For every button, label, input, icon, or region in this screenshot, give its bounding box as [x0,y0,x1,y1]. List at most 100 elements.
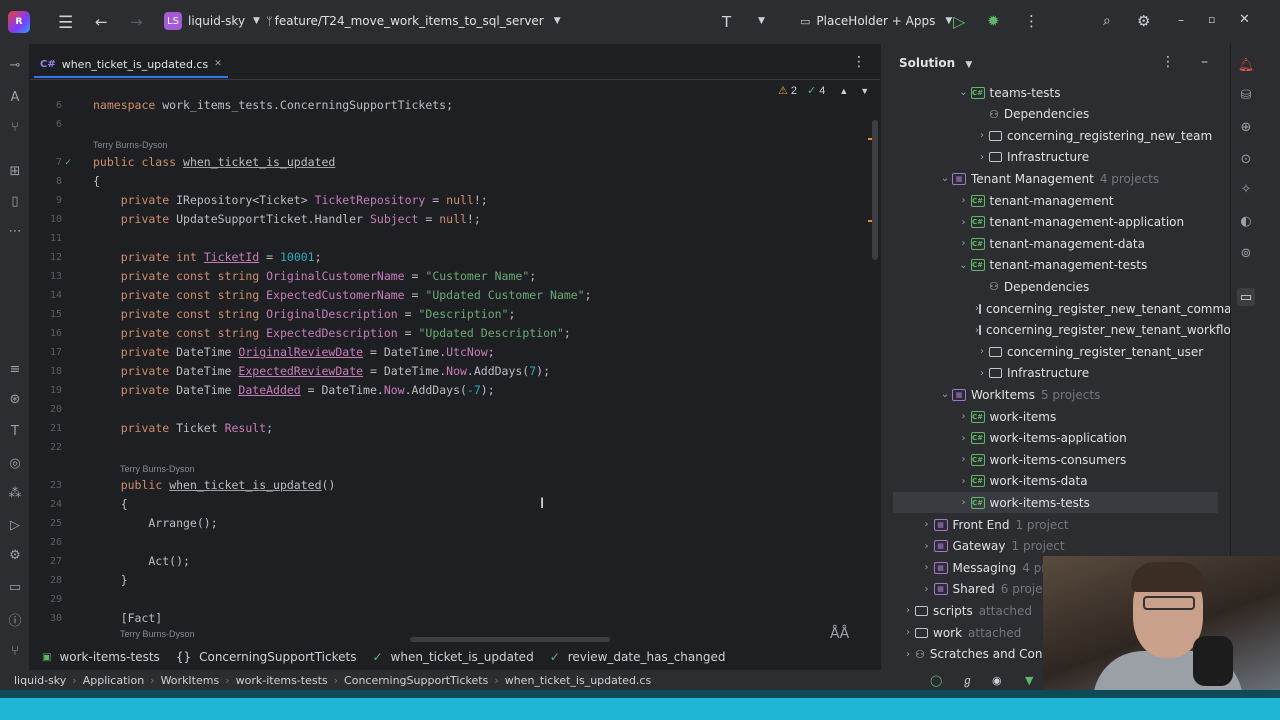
run-configuration-selector[interactable]: ▭ PlaceHolder + Apps ▼ [800,14,952,28]
chevron-right-icon[interactable]: › [901,649,915,660]
back-arrow-icon[interactable]: ← [95,13,108,31]
git-icon[interactable]: ⑂ [6,642,24,660]
tree-item[interactable]: › C# work-items-data [893,471,1218,492]
run-tool-icon[interactable]: ▷ [6,516,24,534]
tree-item[interactable]: › Infrastructure [893,147,1218,168]
inspections-ok-icon[interactable]: ◯ [930,674,942,687]
close-window-icon[interactable]: ✕ [1239,12,1250,27]
author-hint[interactable]: Terry Burns-Dyson [120,629,195,639]
status-breadcrumb-item[interactable]: when_ticket_is_updated.cs [505,674,652,687]
status-breadcrumb-item[interactable]: WorkItems [161,674,220,687]
author-hint[interactable]: Terry Burns-Dyson [93,140,168,150]
tree-item[interactable]: › concerning_register_new_tenant_workflow [893,320,1241,341]
chevron-right-icon[interactable]: › [901,605,915,616]
chevron-right-icon[interactable]: › [957,411,971,422]
chevron-right-icon[interactable]: › [957,217,971,228]
chevron-down-icon[interactable]: ⌄ [957,260,971,271]
terminal-icon[interactable]: ▭ [6,578,24,596]
database-icon[interactable]: ⛁ [1237,86,1255,104]
hamburger-menu-icon[interactable]: ☰ [58,13,73,33]
chevron-right-icon[interactable]: › [957,497,971,508]
explorer-folder-icon[interactable]: ▭ [1237,288,1255,306]
tree-item[interactable]: › C# tenant-management-data [893,233,1218,254]
vcs-check-icon[interactable]: ▼ [1025,674,1033,687]
tree-item[interactable]: › concerning_register_tenant_user [893,341,1218,362]
more-vertical-icon[interactable]: ⋮ [1024,12,1039,30]
more-tools-icon[interactable]: ⋯ [6,222,24,240]
tree-item[interactable]: › Infrastructure [893,363,1218,384]
structure-icon[interactable]: A [6,88,24,106]
tree-item[interactable]: › C# work-items-consumers [893,449,1218,470]
debug-tool-icon[interactable]: ⚙ [6,546,24,564]
close-tab-icon[interactable]: ✕ [214,59,222,69]
pull-requests-icon[interactable]: ⑂ [6,118,24,136]
run-test-gutter-icon[interactable]: ✓ [65,153,71,172]
chevron-right-icon[interactable]: › [920,584,934,595]
tree-item[interactable]: ⚇ Dependencies [893,104,1218,125]
editor-tab-active[interactable]: C# when_ticket_is_updated.cs ✕ [34,52,228,78]
horizontal-scrollbar[interactable] [410,637,610,642]
chevron-right-icon[interactable]: › [957,454,971,465]
minimize-panel-icon[interactable]: – [1201,54,1208,70]
tree-item[interactable]: › C# tenant-management [893,190,1218,211]
tree-item[interactable]: ⌄ C# tenant-management-tests [893,255,1218,276]
breadcrumb-item[interactable]: ConcerningSupportTickets [199,650,356,664]
endpoints-icon[interactable]: ⊚ [1237,244,1255,262]
app-logo-icon[interactable]: R [8,11,30,33]
services-icon[interactable]: ⊛ [6,390,24,408]
project-selector[interactable]: LS liquid-sky ▼ [164,12,260,30]
tab-options-icon[interactable]: ⋮ [852,54,866,70]
reader-mode-icon[interactable]: ÅÅ [830,626,849,642]
tree-item[interactable]: › C# tenant-management-application [893,212,1218,233]
unit-tests-icon[interactable]: ◎ [6,454,24,472]
chevron-right-icon[interactable]: › [957,433,971,444]
tree-item[interactable]: ⌄ ▦ WorkItems 5 projects [893,384,1218,405]
settings-gear-icon[interactable]: ⚙ [1137,12,1150,30]
more-vertical-icon[interactable]: ⋮ [1161,54,1175,70]
search-icon[interactable]: ⌕ [1103,13,1111,29]
dotmemory-icon[interactable]: ⊙ [1237,150,1255,168]
tree-item[interactable]: › concerning_register_new_tenant_command [893,298,1247,319]
list-icon[interactable]: ≡ [6,360,24,378]
author-hint[interactable]: Terry Burns-Dyson [120,464,195,474]
chevron-right-icon[interactable]: › [920,519,934,530]
branch-selector[interactable]: ᛘ feature/T24_move_work_items_to_sql_ser… [266,14,561,28]
breadcrumb-item[interactable]: work-items-tests [59,650,159,664]
chevron-down-icon[interactable]: ⌄ [957,87,971,98]
code-editor[interactable]: C# when_ticket_is_updated.cs ✕ ⋮ ⚠ 2 ✓ 4… [30,44,880,644]
chevron-right-icon[interactable]: › [901,627,915,638]
dynamic-program-analysis-icon[interactable]: ✧ [1237,180,1255,198]
minimize-window-icon[interactable]: – [1178,13,1184,27]
tree-item[interactable]: ⌄ C# teams-tests [893,82,1218,103]
build-hammer-icon[interactable]: T [722,13,731,31]
build-icon[interactable]: T [6,422,24,440]
chevron-right-icon[interactable]: › [920,562,934,573]
chevron-right-icon[interactable]: › [920,541,934,552]
breadcrumb-item[interactable]: when_ticket_is_updated [391,650,534,664]
status-breadcrumb-item[interactable]: ConcerningSupportTickets [344,674,488,687]
chevron-right-icon[interactable]: › [975,130,989,141]
chevron-right-icon[interactable]: › [975,346,989,357]
run-icon[interactable]: ▷ [953,12,965,31]
problems-icon[interactable]: ⓘ [6,610,24,629]
plugins-icon[interactable]: ⊞ [6,162,24,180]
status-breadcrumb-item[interactable]: liquid-sky [14,674,66,687]
tree-item[interactable]: › C# work-items-tests [893,492,1218,514]
tree-item[interactable]: › C# work-items-application [893,428,1218,449]
chevron-right-icon[interactable]: › [975,152,989,163]
solution-title[interactable]: Solution ▼ [899,56,972,70]
forward-arrow-icon[interactable]: → [130,13,143,31]
ai-assistant-icon[interactable]: ⊕ [1237,118,1255,136]
tree-item[interactable]: ⚇ Dependencies [893,276,1218,297]
tree-item[interactable]: › ▦ Gateway 1 project [893,536,1218,557]
chevron-down-icon[interactable]: ▼ [758,16,765,26]
vertical-scrollbar[interactable] [872,120,878,260]
chevron-right-icon[interactable]: › [957,195,971,206]
restore-window-icon[interactable]: ▫ [1208,13,1215,26]
code-area[interactable]: 6 namespace work_items_tests.ConcerningSu… [30,88,880,644]
bookmarks-icon[interactable]: ▯ [6,192,24,210]
nuget-icon[interactable]: ⁂ [6,484,24,502]
copilot-icon[interactable]: ◉ [992,674,1002,687]
chevron-right-icon[interactable]: › [957,476,971,487]
status-breadcrumb-item[interactable]: work-items-tests [236,674,328,687]
